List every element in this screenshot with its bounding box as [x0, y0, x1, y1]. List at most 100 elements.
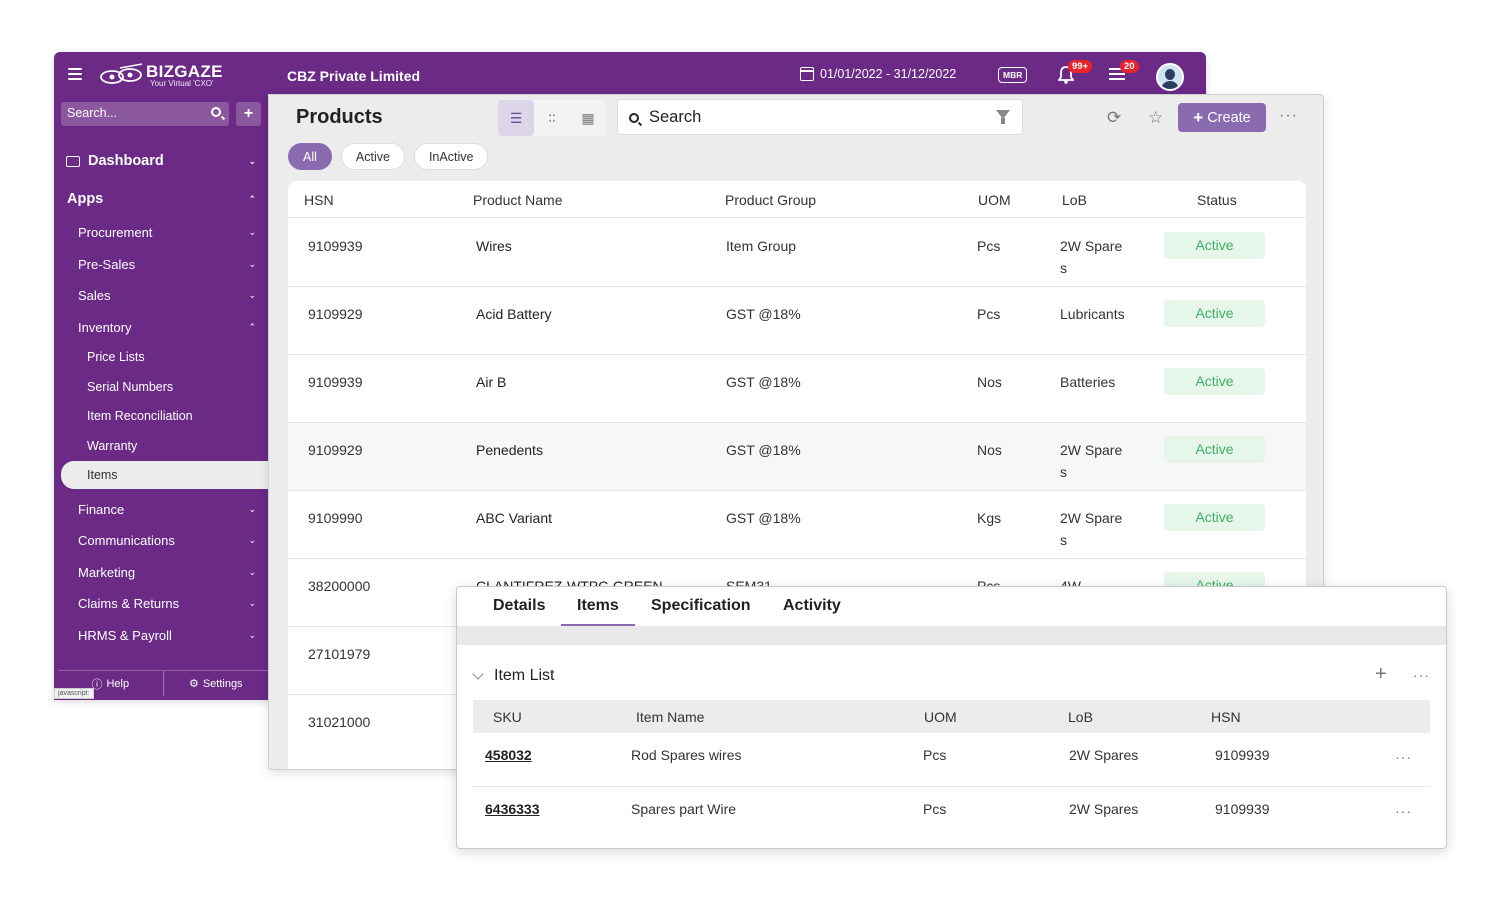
sku-link[interactable]: 6436333: [485, 801, 540, 817]
chevron-down-icon: ⌄: [248, 534, 256, 545]
date-range-picker[interactable]: 01/01/2022 - 31/12/2022: [800, 67, 956, 81]
cell-product-group: GST @18%: [726, 442, 801, 458]
row-more-icon[interactable]: ···: [1395, 749, 1412, 765]
tab-details[interactable]: Details: [493, 597, 545, 615]
filter-all[interactable]: All: [288, 143, 332, 170]
column-header-product-name[interactable]: Product Name: [473, 192, 562, 208]
gear-icon: ⚙: [188, 678, 199, 690]
search-icon: [629, 113, 639, 123]
tab-specification[interactable]: Specification: [651, 597, 751, 615]
cell-product-group: GST @18%: [726, 510, 801, 526]
column-header-uom[interactable]: UOM: [978, 192, 1011, 208]
table-row[interactable]: 9109939 Wires Item Group Pcs 2W Spares A…: [288, 219, 1306, 287]
column-header-status[interactable]: Status: [1197, 192, 1237, 208]
star-icon[interactable]: ☆: [1148, 108, 1163, 128]
sidebar-item-label: Procurement: [78, 224, 153, 240]
sidebar-item-claims-returns[interactable]: Claims & Returns ⌄: [78, 594, 292, 612]
cell-hsn: 9109939: [308, 374, 363, 390]
sidebar-item-label: Finance: [78, 501, 125, 517]
sidebar-item-dashboard[interactable]: Dashboard ⌄: [66, 150, 280, 172]
item-detail-panel: Details Items Specification Activity Ite…: [456, 586, 1447, 849]
chevron-up-icon: ⌃: [248, 193, 256, 204]
hamburger-menu-icon[interactable]: [68, 68, 82, 80]
sidebar-item-label: Communications: [78, 532, 175, 548]
company-name[interactable]: CBZ Private Limited: [287, 68, 420, 84]
row-more-icon[interactable]: ···: [1395, 803, 1412, 819]
sidebar-item-finance[interactable]: Finance ⌄: [78, 500, 292, 518]
cell-uom: Kgs: [977, 510, 1002, 526]
sidebar-item-marketing[interactable]: Marketing ⌄: [78, 563, 292, 581]
sidebar-add-button[interactable]: +: [236, 102, 261, 126]
list-view-icon[interactable]: ☰: [498, 100, 534, 136]
column-header-product-group[interactable]: Product Group: [725, 192, 816, 208]
cell-lob: 2W Spares: [1069, 747, 1139, 763]
cell-product-name: Air B: [476, 374, 507, 390]
grid-view-icon[interactable]: ▦: [570, 100, 606, 136]
column-header-lob[interactable]: LoB: [1062, 192, 1087, 208]
more-options-icon[interactable]: ···: [1413, 667, 1430, 683]
status-badge: Active: [1164, 232, 1265, 259]
sidebar-item-communications[interactable]: Communications ⌄: [78, 531, 292, 549]
sidebar-item-hrms-payroll[interactable]: HRMS & Payroll ⌄: [78, 626, 292, 644]
section-title: Item List: [494, 667, 555, 684]
cell-uom: Pcs: [977, 238, 1001, 254]
add-item-icon[interactable]: +: [1375, 663, 1387, 686]
cell-lob: Batteries: [1060, 374, 1116, 390]
settings-button[interactable]: ⚙ Settings: [164, 671, 269, 696]
column-header-hsn[interactable]: HSN: [304, 192, 334, 208]
sidebar-item-inventory[interactable]: Inventory ⌃: [78, 318, 292, 336]
table-row[interactable]: 9109929 Penedents GST @18% Nos 2W Spares…: [288, 423, 1306, 491]
create-button[interactable]: + Create: [1178, 103, 1266, 132]
item-list-header[interactable]: Item List: [472, 667, 555, 685]
filter-icon[interactable]: [996, 110, 1010, 124]
cell-item-name: Spares part Wire: [631, 801, 737, 817]
tab-items[interactable]: Items: [561, 597, 635, 626]
cell-lob: 2W Spares: [1069, 801, 1139, 817]
filter-active[interactable]: Active: [340, 143, 405, 170]
sidebar-item-sales[interactable]: Sales ⌄: [78, 286, 292, 304]
column-header-item-name[interactable]: Item Name: [636, 709, 704, 725]
cell-hsn: 9109929: [308, 442, 363, 458]
product-search-input[interactable]: Search: [617, 99, 1023, 135]
more-options-icon[interactable]: ···: [1279, 107, 1298, 125]
bizgaze-logo[interactable]: BIZGAZE Your Virtual 'CXO': [98, 62, 223, 88]
mbr-button[interactable]: MBR: [998, 67, 1028, 83]
card-view-icon[interactable]: ∶∶: [534, 100, 570, 136]
date-range-text: 01/01/2022 - 31/12/2022: [820, 67, 957, 81]
sidebar-item-items[interactable]: Items: [61, 461, 268, 489]
sidebar-item-label: Items: [87, 468, 118, 482]
table-row[interactable]: 9109990 ABC Variant GST @18% Kgs 2W Spar…: [288, 491, 1306, 559]
view-toggle: ☰ ∶∶ ▦: [498, 100, 606, 136]
chevron-down-icon: [472, 668, 484, 680]
column-header-lob[interactable]: LoB: [1068, 709, 1093, 725]
refresh-icon[interactable]: ⟳: [1107, 108, 1121, 128]
create-label: Create: [1207, 109, 1251, 126]
chevron-down-icon: ⌄: [248, 289, 256, 300]
sidebar-item-label: Pre-Sales: [78, 256, 136, 272]
logo-tagline: Your Virtual 'CXO': [150, 78, 214, 88]
cell-lob: 2W Spares: [1060, 442, 1123, 480]
filter-inactive[interactable]: InActive: [413, 143, 489, 170]
sidebar-item-procurement[interactable]: Procurement ⌄: [78, 223, 292, 241]
cell-hsn: 9109939: [1215, 747, 1270, 763]
sku-link[interactable]: 458032: [485, 747, 532, 763]
chevron-down-icon: ⌄: [248, 226, 256, 237]
table-row[interactable]: 458032 Rod Spares wires Pcs 2W Spares 91…: [473, 733, 1430, 787]
table-row[interactable]: 9109929 Acid Battery GST @18% Pcs Lubric…: [288, 287, 1306, 355]
cell-lob: 2W Spares: [1060, 238, 1123, 276]
sidebar-item-apps[interactable]: Apps ⌃: [67, 188, 281, 210]
sidebar-item-label: Warranty: [87, 439, 138, 453]
user-avatar[interactable]: [1156, 63, 1184, 91]
top-bar: BIZGAZE Your Virtual 'CXO' CBZ Private L…: [54, 52, 1206, 100]
tab-activity[interactable]: Activity: [783, 597, 841, 615]
column-header-sku[interactable]: SKU: [493, 709, 522, 725]
table-row[interactable]: 9109939 Air B GST @18% Nos Batteries Act…: [288, 355, 1306, 423]
column-header-hsn[interactable]: HSN: [1211, 709, 1241, 725]
column-header-uom[interactable]: UOM: [924, 709, 957, 725]
sidebar-item-pre-sales[interactable]: Pre-Sales ⌄: [78, 255, 292, 273]
sidebar-search-input[interactable]: Search...: [61, 102, 229, 126]
cell-hsn: 31021000: [308, 714, 371, 730]
table-row[interactable]: 6436333 Spares part Wire Pcs 2W Spares 9…: [473, 787, 1430, 841]
cell-product-name: Penedents: [476, 442, 543, 458]
cell-hsn: 38200000: [308, 578, 371, 594]
